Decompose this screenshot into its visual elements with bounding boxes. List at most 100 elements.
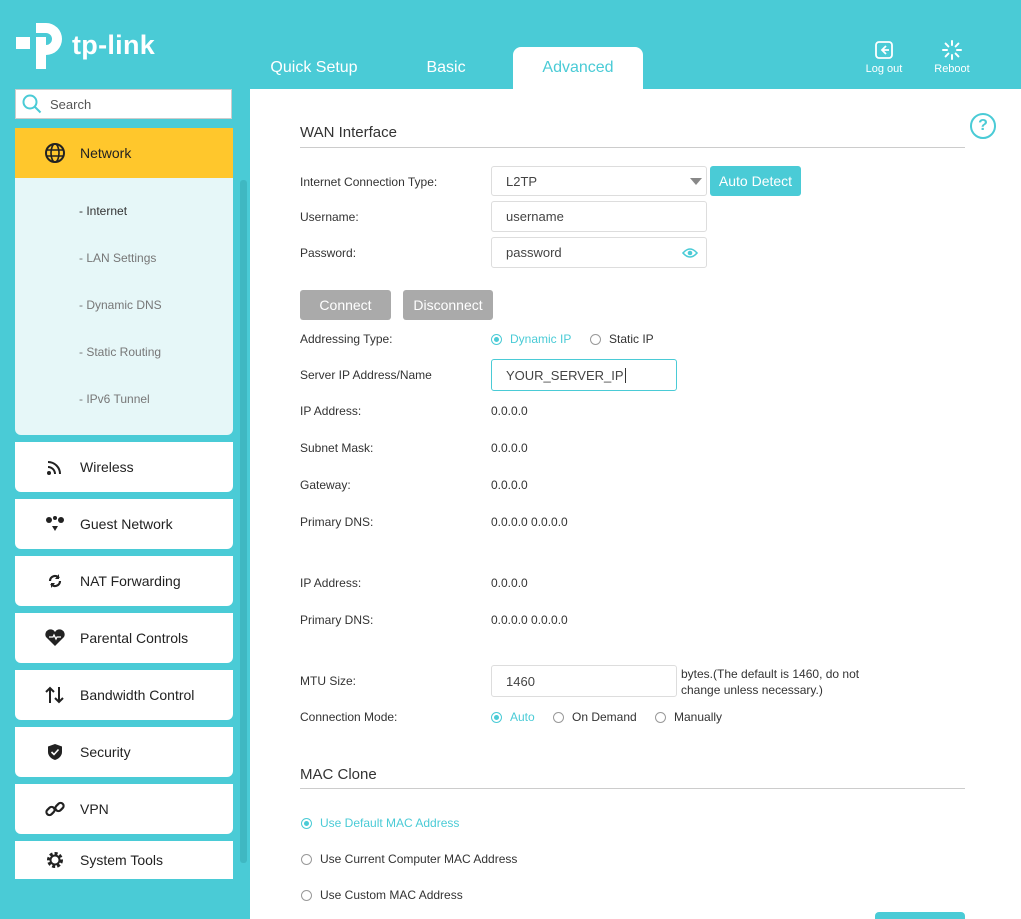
secondary-primary-dns-label: Primary DNS: <box>300 613 374 627</box>
sidebar-item-system-tools[interactable]: System Tools <box>15 841 233 879</box>
sidebar-item-label: NAT Forwarding <box>80 573 181 589</box>
mtu-note-line-1: bytes.(The default is 1460, do not <box>681 667 860 681</box>
tp-link-logo: tp-link <box>14 19 155 71</box>
password-input[interactable]: password <box>491 237 707 268</box>
connection-type-select[interactable]: L2TP <box>491 166 707 196</box>
mode-auto-radio[interactable]: Auto <box>491 710 535 724</box>
server-ip-input[interactable]: YOUR_SERVER_IP <box>491 359 677 391</box>
mtu-size-value: 1460 <box>506 673 535 689</box>
divider <box>300 147 965 148</box>
search-input[interactable]: Search <box>15 89 232 119</box>
logout-label: Log out <box>865 63 903 75</box>
sidebar-sub-ipv6-tunnel[interactable]: - IPv6 Tunnel <box>79 392 150 406</box>
mac-custom-radio[interactable]: Use Custom MAC Address <box>301 888 463 902</box>
connection-type-label: Internet Connection Type: <box>300 175 438 189</box>
gateway-value: 0.0.0.0 <box>491 478 528 492</box>
password-value: password <box>506 245 562 260</box>
ip-address-value: 0.0.0.0 <box>491 404 528 418</box>
sidebar-sub-internet[interactable]: - Internet <box>79 204 127 218</box>
mtu-size-input[interactable]: 1460 <box>491 665 677 697</box>
mode-manually-radio[interactable]: Manually <box>655 710 722 724</box>
mode-auto-label: Auto <box>510 710 535 724</box>
reboot-icon <box>942 40 962 60</box>
static-ip-radio[interactable]: Static IP <box>590 332 654 346</box>
main-content: ? WAN Interface Internet Connection Type… <box>250 89 1021 919</box>
sidebar-item-nat-forwarding[interactable]: NAT Forwarding <box>15 556 233 606</box>
sidebar-sub-static-routing[interactable]: - Static Routing <box>79 345 161 359</box>
help-icon[interactable]: ? <box>970 113 996 139</box>
radio-dot <box>491 333 502 345</box>
eye-icon[interactable] <box>681 247 699 262</box>
sidebar-item-security[interactable]: Security <box>15 727 233 777</box>
search-placeholder: Search <box>50 96 92 112</box>
mac-default-radio[interactable]: Use Default MAC Address <box>301 816 459 830</box>
ip-address-label: IP Address: <box>300 404 362 418</box>
search-icon <box>22 94 42 114</box>
username-value: username <box>506 209 564 224</box>
sidebar-item-guest-network[interactable]: Guest Network <box>15 499 233 549</box>
sidebar-sub-dynamic-dns[interactable]: - Dynamic DNS <box>79 298 162 312</box>
sidebar-item-label: Wireless <box>80 459 134 475</box>
divider <box>300 788 965 789</box>
radio-dot <box>301 817 312 829</box>
tab-quick-setup[interactable]: Quick Setup <box>254 47 374 89</box>
mode-on-demand-label: On Demand <box>572 710 637 724</box>
mac-custom-label: Use Custom MAC Address <box>320 888 463 902</box>
connect-button[interactable]: Connect <box>300 290 391 320</box>
sidebar-item-vpn[interactable]: VPN <box>15 784 233 834</box>
heart-icon <box>35 629 75 647</box>
radio-dot <box>553 711 564 723</box>
sidebar-item-label: VPN <box>80 801 109 817</box>
radio-dot <box>491 711 502 723</box>
save-button[interactable] <box>875 912 965 919</box>
network-submenu: - Internet - LAN Settings - Dynamic DNS … <box>15 178 233 435</box>
primary-dns-value: 0.0.0.0 0.0.0.0 <box>491 515 568 529</box>
subnet-mask-value: 0.0.0.0 <box>491 441 528 455</box>
mode-on-demand-radio[interactable]: On Demand <box>553 710 637 724</box>
dynamic-ip-label: Dynamic IP <box>510 332 572 346</box>
username-input[interactable]: username <box>491 201 707 232</box>
mac-default-label: Use Default MAC Address <box>320 816 460 830</box>
gateway-label: Gateway: <box>300 478 351 492</box>
server-ip-label: Server IP Address/Name <box>300 368 432 382</box>
radio-dot <box>301 889 312 901</box>
logo-text: tp-link <box>72 29 156 60</box>
server-ip-value: YOUR_SERVER_IP <box>506 367 624 383</box>
static-ip-label: Static IP <box>609 332 654 346</box>
addressing-type-label: Addressing Type: <box>300 332 393 346</box>
radio-dot <box>301 853 312 865</box>
logout-button[interactable]: Log out <box>854 40 914 75</box>
sidebar-item-label: Network <box>80 145 132 161</box>
reboot-button[interactable]: Reboot <box>922 40 982 75</box>
tab-basic[interactable]: Basic <box>390 47 502 89</box>
sidebar-item-bandwidth-control[interactable]: Bandwidth Control <box>15 670 233 720</box>
secondary-ip-address-label: IP Address: <box>300 576 362 590</box>
secondary-primary-dns-value: 0.0.0.0 0.0.0.0 <box>491 613 568 627</box>
mac-clone-title: MAC Clone <box>300 766 377 783</box>
dynamic-ip-radio[interactable]: Dynamic IP <box>491 332 571 346</box>
sidebar-item-wireless[interactable]: Wireless <box>15 442 233 492</box>
primary-dns-label: Primary DNS: <box>300 515 374 529</box>
sidebar-item-label: Bandwidth Control <box>80 687 195 703</box>
sidebar-scrollbar[interactable] <box>240 180 247 863</box>
sidebar-sub-lan-settings[interactable]: - LAN Settings <box>79 251 156 265</box>
subnet-mask-label: Subnet Mask: <box>300 441 374 455</box>
tp-link-logo-icon <box>16 23 62 69</box>
tab-advanced[interactable]: Advanced <box>513 47 643 89</box>
wifi-icon <box>35 458 75 476</box>
wan-interface-title: WAN Interface <box>300 124 397 141</box>
sidebar-item-network[interactable]: Network <box>15 128 233 178</box>
shield-icon <box>35 743 75 761</box>
auto-detect-button[interactable]: Auto Detect <box>710 166 801 196</box>
sidebar-item-parental-controls[interactable]: Parental Controls <box>15 613 233 663</box>
sidebar-item-label: System Tools <box>80 852 163 868</box>
mtu-size-label: MTU Size: <box>300 674 357 688</box>
disconnect-button[interactable]: Disconnect <box>403 290 493 320</box>
mode-manually-label: Manually <box>674 710 723 724</box>
link-icon <box>35 799 75 819</box>
gear-icon <box>35 850 75 870</box>
reboot-label: Reboot <box>934 63 970 75</box>
mtu-note-line-2: change unless necessary.) <box>681 683 823 697</box>
mac-current-radio[interactable]: Use Current Computer MAC Address <box>301 852 517 866</box>
mac-current-label: Use Current Computer MAC Address <box>320 852 518 866</box>
